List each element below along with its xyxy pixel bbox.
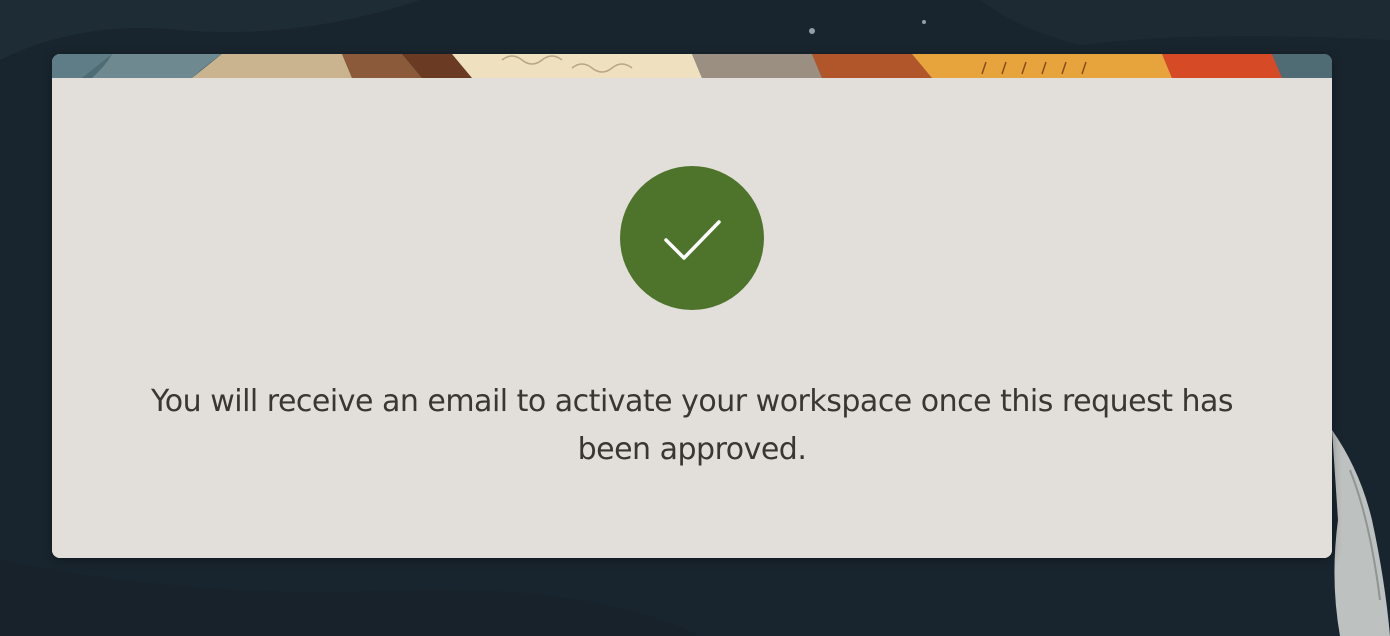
confirmation-card: You will receive an email to activate yo… xyxy=(52,54,1332,558)
decorative-banner xyxy=(52,54,1332,78)
checkmark-icon xyxy=(620,166,764,310)
card-body: You will receive an email to activate yo… xyxy=(52,78,1332,558)
success-status-indicator xyxy=(620,166,764,310)
confirmation-message: You will receive an email to activate yo… xyxy=(150,384,1234,467)
